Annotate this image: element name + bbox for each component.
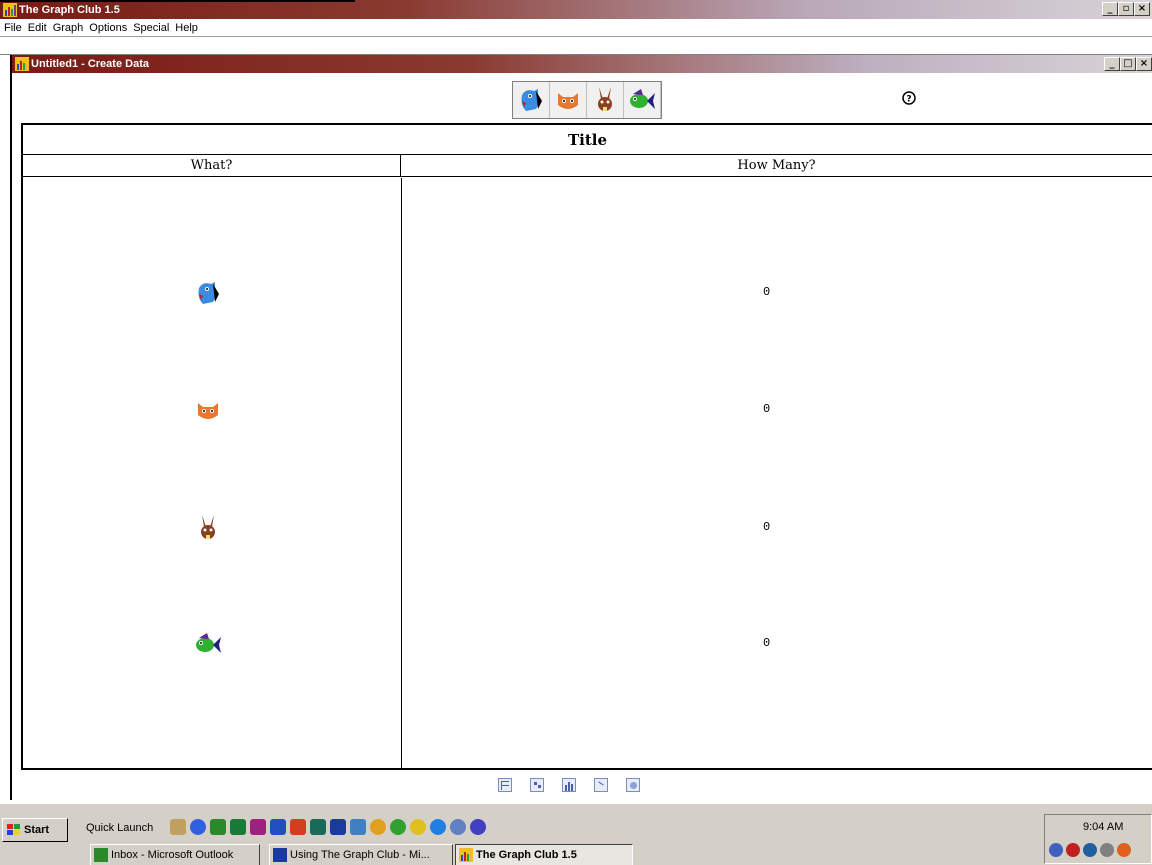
- table-body: 0 0 0 0: [23, 178, 1152, 768]
- table-row: 0: [23, 273, 1152, 313]
- winamp-icon[interactable]: [410, 819, 426, 835]
- quick-launch-label: Quick Launch: [86, 822, 154, 834]
- task-label: Inbox - Microsoft Outlook: [111, 849, 234, 861]
- task-word-document[interactable]: Using The Graph Club - Mi...: [269, 844, 453, 865]
- table-row: 0: [23, 390, 1152, 430]
- app-title: The Graph Club 1.5: [19, 3, 120, 16]
- create-data-window: Untitled1 - Create Data _ □ × ? Title Wh…: [10, 55, 1152, 800]
- outlook-icon[interactable]: [210, 819, 226, 835]
- child-window-buttons: _ □ ×: [1104, 57, 1152, 71]
- cat-button[interactable]: [550, 82, 587, 118]
- child-maximize-button[interactable]: □: [1120, 57, 1136, 71]
- task-label: Using The Graph Club - Mi...: [290, 849, 430, 861]
- task-outlook[interactable]: Inbox - Microsoft Outlook: [90, 844, 260, 865]
- rabbit-icon[interactable]: [193, 513, 223, 543]
- tray-icons: [1049, 843, 1131, 857]
- refresh-icon[interactable]: [470, 819, 486, 835]
- child-title: Untitled1 - Create Data: [31, 58, 149, 70]
- column-header-what[interactable]: What?: [23, 155, 401, 176]
- restore-button[interactable]: ▫: [1118, 2, 1134, 16]
- dog-icon: [521, 89, 542, 111]
- minimize-button[interactable]: _: [1102, 2, 1118, 16]
- menu-help[interactable]: Help: [173, 22, 202, 34]
- word-icon: [273, 848, 287, 862]
- line-graph-icon[interactable]: [594, 778, 608, 792]
- network-tray-icon[interactable]: [1083, 843, 1097, 857]
- count-cell[interactable]: 0: [763, 520, 770, 534]
- document-icon: [15, 57, 29, 71]
- quick-launch-icons: [170, 819, 486, 835]
- internet-explorer-icon[interactable]: [190, 819, 206, 835]
- titlebar-strip: [0, 0, 355, 2]
- app-window-buttons: _ ▫ ×: [1102, 2, 1150, 16]
- svg-text:?: ?: [906, 95, 911, 105]
- cat-icon[interactable]: [193, 395, 223, 425]
- graph-club-icon: [459, 848, 473, 862]
- frontpage-icon[interactable]: [310, 819, 326, 835]
- powerpoint-icon[interactable]: [290, 819, 306, 835]
- outlook-icon: [94, 848, 108, 862]
- close-button[interactable]: ×: [1134, 2, 1150, 16]
- table-row: 0: [23, 624, 1152, 664]
- fish-icon[interactable]: [193, 629, 223, 659]
- dog-button[interactable]: [513, 82, 550, 118]
- graph-club-icon: [3, 2, 17, 17]
- windows-logo-icon: [7, 824, 20, 835]
- menu-graph[interactable]: Graph: [51, 22, 88, 34]
- column-divider: [401, 178, 402, 768]
- column-header-how-many[interactable]: How Many?: [401, 155, 1152, 176]
- clock[interactable]: 9:04 AM: [1083, 821, 1123, 833]
- menu-edit[interactable]: Edit: [26, 22, 51, 34]
- antivirus-icon[interactable]: [1066, 843, 1080, 857]
- picture-graph-icon[interactable]: [530, 778, 544, 792]
- outlook-express-icon[interactable]: [270, 819, 286, 835]
- menu-file[interactable]: File: [2, 22, 26, 34]
- show-desktop-icon[interactable]: [170, 819, 186, 835]
- app-titlebar[interactable]: The Graph Club 1.5 _ ▫ ×: [0, 0, 1152, 19]
- fish-icon: [630, 89, 655, 109]
- dog-icon[interactable]: [193, 278, 223, 308]
- task-label: The Graph Club 1.5: [476, 849, 577, 861]
- menu-special[interactable]: Special: [131, 22, 173, 34]
- search-icon[interactable]: [450, 819, 466, 835]
- table-title[interactable]: Title: [23, 125, 1152, 155]
- cat-icon: [558, 93, 578, 109]
- count-cell[interactable]: 0: [763, 402, 770, 416]
- task-graph-club[interactable]: The Graph Club 1.5: [455, 844, 633, 865]
- search-tray-icon[interactable]: [1049, 843, 1063, 857]
- publisher-icon[interactable]: [250, 819, 266, 835]
- table-view-icon[interactable]: [498, 778, 512, 792]
- help-icon[interactable]: ?: [902, 91, 916, 105]
- clock-tray-icon[interactable]: [1117, 843, 1131, 857]
- child-minimize-button[interactable]: _: [1104, 57, 1120, 71]
- word-icon[interactable]: [330, 819, 346, 835]
- count-cell[interactable]: 0: [763, 285, 770, 299]
- child-titlebar[interactable]: Untitled1 - Create Data _ □ ×: [12, 55, 1152, 73]
- graph-type-toolbar: [498, 778, 640, 792]
- table-row: 0: [23, 508, 1152, 548]
- system-tray: 9:04 AM: [1044, 814, 1152, 864]
- excel-icon[interactable]: [230, 819, 246, 835]
- animal-picker-toolbar: [512, 81, 662, 119]
- bar-graph-icon[interactable]: [562, 778, 576, 792]
- fish-button[interactable]: [624, 82, 661, 118]
- count-cell[interactable]: 0: [763, 636, 770, 650]
- menubar: File Edit Graph Options Special Help: [0, 19, 1152, 37]
- start-label: Start: [24, 824, 50, 836]
- data-table: Title What? How Many? 0 0 0 0: [21, 123, 1152, 770]
- menu-spacer: [0, 37, 1152, 55]
- taskbar: Start Quick Launch Inbox - Microsoft Out…: [0, 803, 1152, 865]
- start-button[interactable]: Start: [2, 818, 68, 842]
- child-close-button[interactable]: ×: [1136, 57, 1152, 71]
- menu-options[interactable]: Options: [87, 22, 131, 34]
- network-icon[interactable]: [350, 819, 366, 835]
- media-player-icon[interactable]: [370, 819, 386, 835]
- circle-graph-icon[interactable]: [626, 778, 640, 792]
- messenger-icon[interactable]: [390, 819, 406, 835]
- column-headers: What? How Many?: [23, 155, 1152, 177]
- rabbit-button[interactable]: [587, 82, 624, 118]
- rabbit-icon: [598, 87, 612, 111]
- volume-icon[interactable]: [1100, 843, 1114, 857]
- info-icon[interactable]: [430, 819, 446, 835]
